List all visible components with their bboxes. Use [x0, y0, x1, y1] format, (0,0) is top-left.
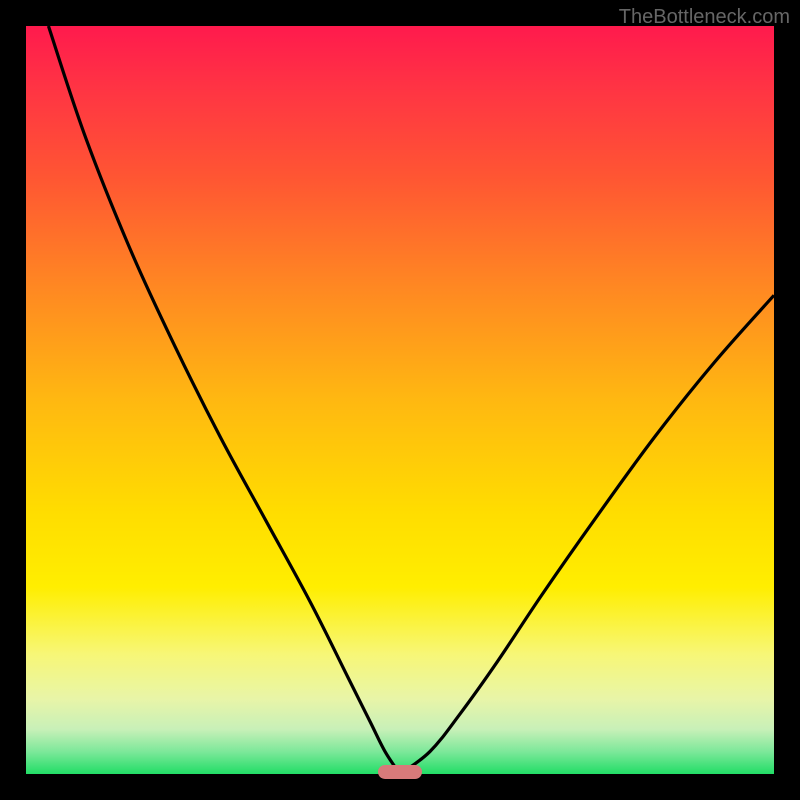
watermark-text: TheBottleneck.com — [619, 6, 790, 29]
optimal-marker — [378, 765, 423, 779]
right-curve — [400, 295, 774, 774]
curve-overlay — [26, 26, 774, 774]
left-curve — [48, 26, 400, 774]
